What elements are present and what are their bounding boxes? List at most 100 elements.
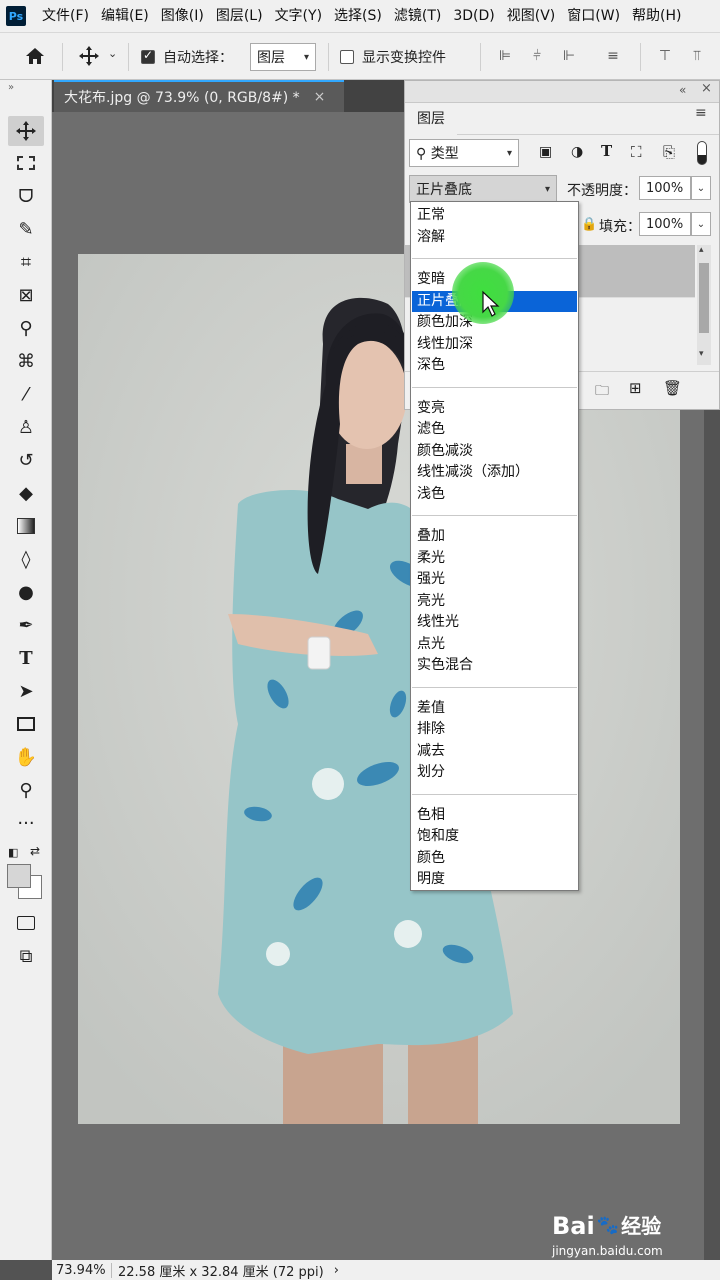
pen-tool[interactable]: ✒ — [8, 610, 44, 640]
blend-mode-option[interactable]: 颜色减淡 — [412, 441, 577, 462]
blend-mode-option[interactable]: 深色 — [412, 355, 577, 376]
layers-scrollbar[interactable]: ▴ ▾ — [697, 245, 711, 365]
screen-mode-tool[interactable]: ⧉ — [8, 941, 44, 971]
trash-icon[interactable]: 🗑 — [663, 379, 682, 397]
menu-edit[interactable]: 编辑(E) — [95, 0, 155, 32]
blend-mode-option[interactable]: 排除 — [412, 719, 577, 740]
quick-select-tool[interactable]: ✎ — [8, 214, 44, 244]
scroll-up-icon[interactable]: ▴ — [699, 245, 704, 255]
more-tools[interactable]: ··· — [8, 808, 44, 838]
tab-layers[interactable]: 图层 — [405, 102, 457, 135]
zoom-level[interactable]: 73.94% — [52, 1262, 112, 1278]
dodge-tool[interactable]: ● — [8, 577, 44, 607]
panel-menu-icon[interactable]: ≡ — [695, 105, 707, 121]
blend-mode-option[interactable]: 线性光 — [412, 612, 577, 633]
home-icon[interactable] — [24, 46, 46, 66]
stamp-tool[interactable]: ♙ — [8, 412, 44, 442]
blend-mode-option[interactable]: 饱和度 — [412, 826, 577, 847]
eyedropper-tool[interactable]: ⚲ — [8, 313, 44, 343]
blend-mode-option[interactable]: 溶解 — [412, 227, 577, 248]
distribute-icon[interactable]: ≡ — [604, 47, 622, 65]
brush-tool[interactable]: ⁄ — [8, 379, 44, 409]
blend-mode-option[interactable]: 浅色 — [412, 484, 577, 505]
swap-colors-icon[interactable]: ⇄ — [30, 844, 40, 858]
fill-dropdown[interactable]: ⌄ — [691, 212, 711, 236]
menu-layer[interactable]: 图层(L) — [210, 0, 269, 32]
opacity-input[interactable]: 100% — [639, 176, 691, 200]
chevron-down-icon[interactable]: ⌄ — [108, 47, 117, 60]
smart-object-filter-icon[interactable]: ⎘ — [663, 143, 675, 161]
blend-mode-option[interactable]: 线性加深 — [412, 334, 577, 355]
opacity-dropdown[interactable]: ⌄ — [691, 176, 711, 200]
auto-select-checkbox[interactable] — [141, 48, 155, 64]
layer-filter-select[interactable]: ⚲ 类型 ▾ — [409, 139, 519, 167]
lasso-tool[interactable]: ᗜ — [8, 181, 44, 211]
align-middle-icon[interactable]: ⫪ — [688, 47, 706, 65]
blend-mode-option[interactable]: 划分 — [412, 762, 577, 783]
menu-help[interactable]: 帮助(H) — [626, 0, 687, 32]
menu-select[interactable]: 选择(S) — [328, 0, 388, 32]
blend-mode-option[interactable]: 变亮 — [412, 398, 577, 419]
align-right-icon[interactable]: ⊩ — [560, 47, 578, 65]
pixel-filter-icon[interactable]: ▣ — [539, 144, 552, 160]
blend-mode-option[interactable]: 正常 — [412, 205, 577, 226]
close-icon[interactable]: × — [314, 89, 326, 105]
hand-tool[interactable]: ✋ — [8, 742, 44, 772]
healing-tool[interactable]: ⌘ — [8, 346, 44, 376]
menu-image[interactable]: 图像(I) — [155, 0, 210, 32]
menu-file[interactable]: 文件(F) — [36, 0, 95, 32]
show-transform-checkbox[interactable] — [340, 50, 354, 64]
gradient-tool[interactable] — [8, 511, 44, 541]
blend-mode-option[interactable]: 差值 — [412, 698, 577, 719]
eraser-tool[interactable]: ◆ — [8, 478, 44, 508]
move-tool[interactable] — [8, 116, 44, 146]
history-brush-tool[interactable]: ↺ — [8, 445, 44, 475]
blur-tool[interactable]: ◊ — [8, 544, 44, 574]
foreground-color-swatch[interactable] — [7, 864, 31, 888]
blend-mode-option[interactable]: 实色混合 — [412, 655, 577, 676]
default-colors-icon[interactable]: ◧ — [8, 846, 18, 859]
quick-mask-tool[interactable] — [8, 908, 44, 938]
filter-toggle[interactable] — [697, 141, 707, 165]
menu-window[interactable]: 窗口(W) — [561, 0, 626, 32]
type-filter-icon[interactable]: T — [601, 142, 612, 160]
zoom-tool[interactable]: ⚲ — [8, 775, 44, 805]
path-select-tool[interactable]: ➤ — [8, 676, 44, 706]
lock-icon[interactable]: 🔒 — [581, 217, 597, 232]
auto-select-target-select[interactable]: 图层 ▾ — [250, 43, 316, 71]
type-tool[interactable]: T — [8, 643, 44, 673]
blend-mode-option[interactable]: 减去 — [412, 741, 577, 762]
blend-mode-option[interactable]: 滤色 — [412, 419, 577, 440]
blend-mode-option[interactable]: 明度 — [412, 869, 577, 890]
blend-mode-option[interactable]: 线性减淡（添加） — [412, 462, 577, 483]
blend-mode-option[interactable]: 柔光 — [412, 548, 577, 569]
blend-mode-option[interactable]: 亮光 — [412, 591, 577, 612]
blend-mode-select[interactable]: 正片叠底 ▾ — [409, 175, 557, 203]
move-tool-icon[interactable] — [78, 45, 100, 67]
new-layer-icon[interactable]: ⊞ — [629, 379, 642, 397]
blend-mode-option[interactable]: 色相 — [412, 805, 577, 826]
folder-icon[interactable]: 🗀 — [595, 380, 609, 404]
document-tab[interactable]: 大花布.jpg @ 73.9% (0, RGB/8#) * × — [54, 80, 344, 112]
scroll-down-icon[interactable]: ▾ — [699, 349, 704, 359]
adjustment-filter-icon[interactable]: ◑ — [571, 144, 583, 160]
crop-tool[interactable]: ⌗ — [8, 247, 44, 277]
blend-mode-option[interactable]: 强光 — [412, 569, 577, 590]
scrollbar-thumb[interactable] — [699, 263, 709, 333]
align-top-icon[interactable]: ⊤ — [656, 47, 674, 65]
menu-3d[interactable]: 3D(D) — [447, 0, 500, 32]
blend-mode-option[interactable]: 颜色 — [412, 848, 577, 869]
frame-tool[interactable]: ⊠ — [8, 280, 44, 310]
fill-input[interactable]: 100% — [639, 212, 691, 236]
menu-view[interactable]: 视图(V) — [501, 0, 562, 32]
collapse-icon[interactable]: » — [8, 82, 14, 93]
rectangle-tool[interactable] — [8, 709, 44, 739]
blend-mode-option[interactable]: 点光 — [412, 634, 577, 655]
menu-type[interactable]: 文字(Y) — [269, 0, 328, 32]
align-left-icon[interactable]: ⊫ — [496, 47, 514, 65]
blend-mode-option[interactable]: 叠加 — [412, 526, 577, 547]
menu-filter[interactable]: 滤镜(T) — [388, 0, 447, 32]
align-center-icon[interactable]: ⫩ — [528, 47, 546, 65]
collapse-panel-icon[interactable]: « — [679, 83, 686, 97]
shape-filter-icon[interactable]: ⛶ — [631, 143, 642, 161]
